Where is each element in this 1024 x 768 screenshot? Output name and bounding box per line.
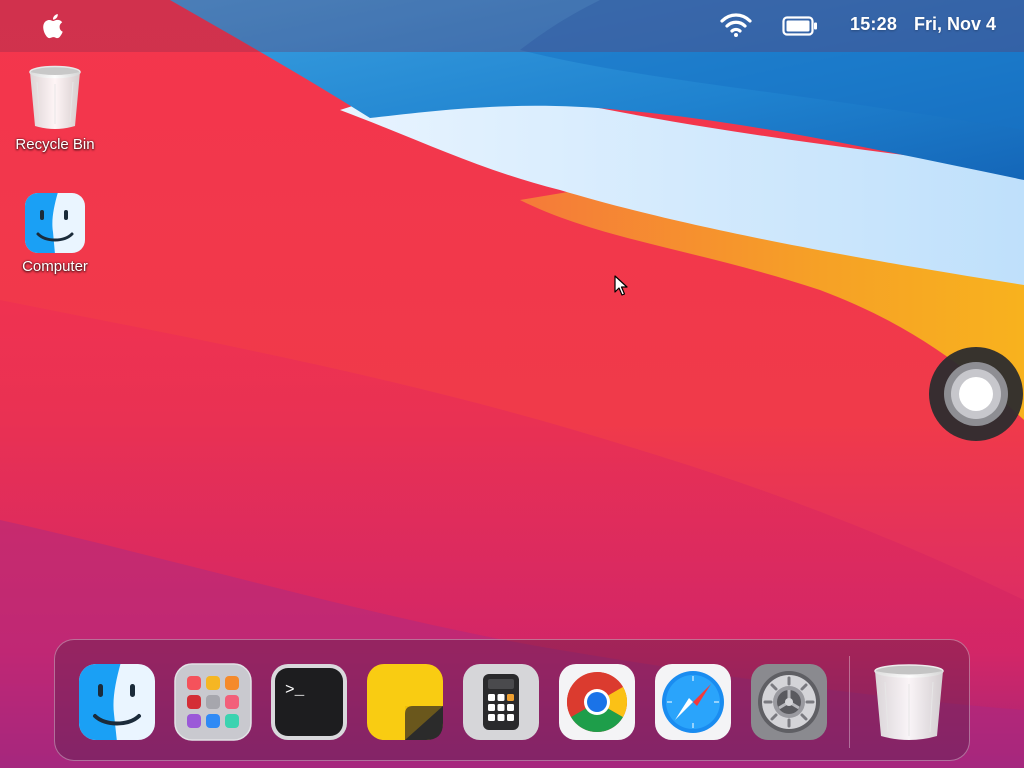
wifi-icon[interactable] [720,12,752,38]
mouse-cursor-icon [614,275,628,296]
notes-icon[interactable] [365,662,445,742]
dock: >_ [54,639,970,761]
safari-icon[interactable] [653,662,733,742]
battery-icon[interactable] [782,15,818,37]
floating-control-button[interactable] [928,346,1024,442]
menu-clock[interactable]: 15:28 [850,14,897,35]
trash-icon[interactable] [869,662,949,742]
menu-date[interactable]: Fri, Nov 4 [914,14,996,35]
desktop-icon-computer[interactable]: Computer [0,192,110,275]
desktop[interactable]: 15:28 Fri, Nov 4 Recycle Bin Computer >_ [0,0,1024,768]
desktop-icon-label: Recycle Bin [15,136,95,153]
desktop-icon-label: Computer [22,258,88,275]
chrome-icon[interactable] [557,662,637,742]
launchpad-icon[interactable] [173,662,253,742]
terminal-prompt: >_ [285,681,305,699]
gear-icon[interactable] [749,662,829,742]
menu-bar: 15:28 Fri, Nov 4 [0,0,1024,52]
trash-icon [29,65,81,129]
desktop-icon-recycle-bin[interactable]: Recycle Bin [0,64,110,153]
apple-icon[interactable] [38,12,66,40]
terminal-icon[interactable]: >_ [269,662,349,742]
finder-icon[interactable] [77,662,157,742]
finder-icon [25,193,85,253]
dock-divider [849,656,850,748]
calculator-icon[interactable] [461,662,541,742]
